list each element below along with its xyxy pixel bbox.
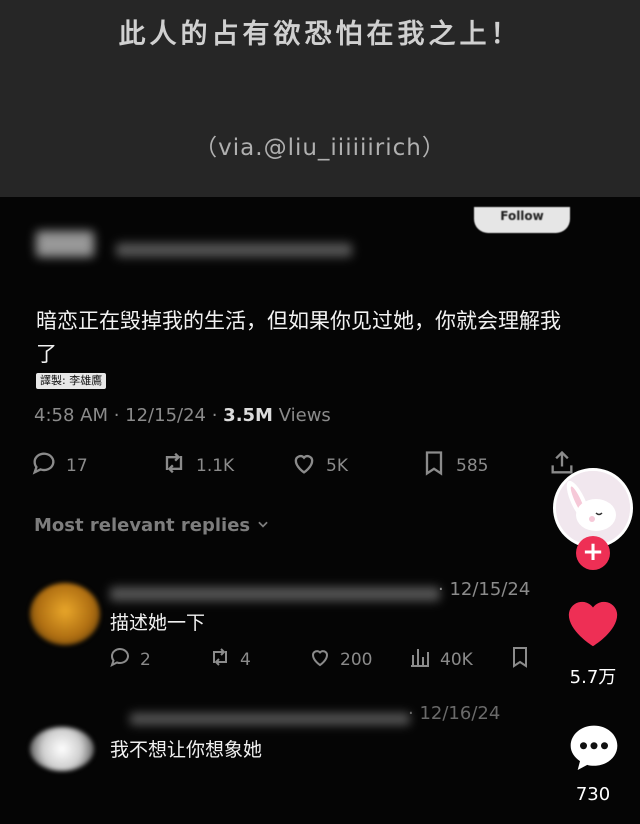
like-total: 5.7万 <box>569 667 617 688</box>
bar-chart-icon <box>408 645 432 674</box>
comment-icon[interactable] <box>566 721 622 777</box>
tweet-views-count: 3.5M <box>223 405 273 426</box>
heart-icon[interactable] <box>564 595 622 649</box>
reply-avatar-blurred <box>30 727 94 771</box>
reply-date: · 12/16/24 <box>408 703 501 724</box>
reply-text: 我不想让你想象她 <box>110 739 263 761</box>
caption-headline: 此人的占有欲恐怕在我之上！ <box>118 19 522 50</box>
reply-avatar-blurred <box>30 583 100 645</box>
retweet-action[interactable]: 1.1K <box>160 449 234 482</box>
bookmark-icon <box>420 449 448 482</box>
reply-text: 描述她一下 <box>110 612 206 634</box>
reply-retweet-action[interactable]: 4 <box>208 645 251 674</box>
reply-bookmark-action[interactable] <box>508 645 532 674</box>
follow-button[interactable]: Follow <box>474 207 570 233</box>
author-name-blurred <box>116 243 352 257</box>
heart-outline-icon <box>290 449 318 482</box>
caption-banner: 此人的占有欲恐怕在我之上！ （via.@liu_iiiiiirich） <box>0 0 640 197</box>
heart-outline-icon <box>308 645 332 674</box>
caption-source: （via.@liu_iiiiiirich） <box>194 135 446 161</box>
reply-like-count: 200 <box>340 649 373 670</box>
follow-plus-button[interactable]: + <box>576 536 610 570</box>
chevron-down-icon <box>256 515 270 536</box>
reply-item: · 12/16/24 我不想让你想象她 <box>0 697 560 807</box>
retweet-count: 1.1K <box>196 455 235 476</box>
tweet-body: 暗恋正在毁掉我的生活，但如果你见过她，你就会理解我了 <box>36 309 561 366</box>
reply-like-action[interactable]: 200 <box>308 645 372 674</box>
tweet-meta: 4:58 AM · 12/15/24 · 3.5M Views <box>34 405 331 426</box>
reply-item: · 12/15/24 描述她一下 2 4 200 40K <box>0 567 560 687</box>
author-avatar-blurred <box>36 231 94 257</box>
reply-reply-count: 2 <box>140 649 151 670</box>
reply-action-bar: 2 4 200 40K <box>108 645 548 673</box>
tweet-screenshot: Follow 暗恋正在毁掉我的生活，但如果你见过她，你就会理解我了 譯製: 李雄… <box>0 197 640 824</box>
bookmark-action[interactable]: 585 <box>420 449 488 482</box>
reply-reply-action[interactable]: 2 <box>108 645 151 674</box>
reply-author-blurred <box>130 713 410 725</box>
reply-count: 17 <box>66 455 88 476</box>
reply-icon <box>108 645 132 674</box>
tweet-time: 4:58 AM · 12/15/24 · <box>34 405 224 426</box>
tweet-views-label: Views <box>272 405 331 426</box>
reply-views-count: 40K <box>440 649 473 670</box>
reply-action[interactable]: 17 <box>30 449 88 482</box>
reply-retweet-count: 4 <box>240 649 251 670</box>
like-count: 5K <box>326 455 348 476</box>
bookmark-icon <box>508 645 532 674</box>
reply-icon <box>30 449 58 482</box>
reply-views-action[interactable]: 40K <box>408 645 473 674</box>
retweet-icon <box>160 449 188 482</box>
bunny-avatar-image <box>556 471 630 545</box>
like-action[interactable]: 5K <box>290 449 348 482</box>
retweet-icon <box>208 645 232 674</box>
tweet-action-bar: 17 1.1K 5K 585 <box>30 449 590 485</box>
comment-total: 730 <box>575 784 611 805</box>
replies-sort-label: Most relevant replies <box>34 515 251 536</box>
reply-author-blurred <box>110 587 440 601</box>
reply-date: · 12/15/24 <box>438 579 531 600</box>
replies-sort-dropdown[interactable]: Most relevant replies <box>34 515 270 536</box>
bookmark-count: 585 <box>456 455 489 476</box>
translator-credit: 譯製: 李雄鷹 <box>36 373 107 389</box>
